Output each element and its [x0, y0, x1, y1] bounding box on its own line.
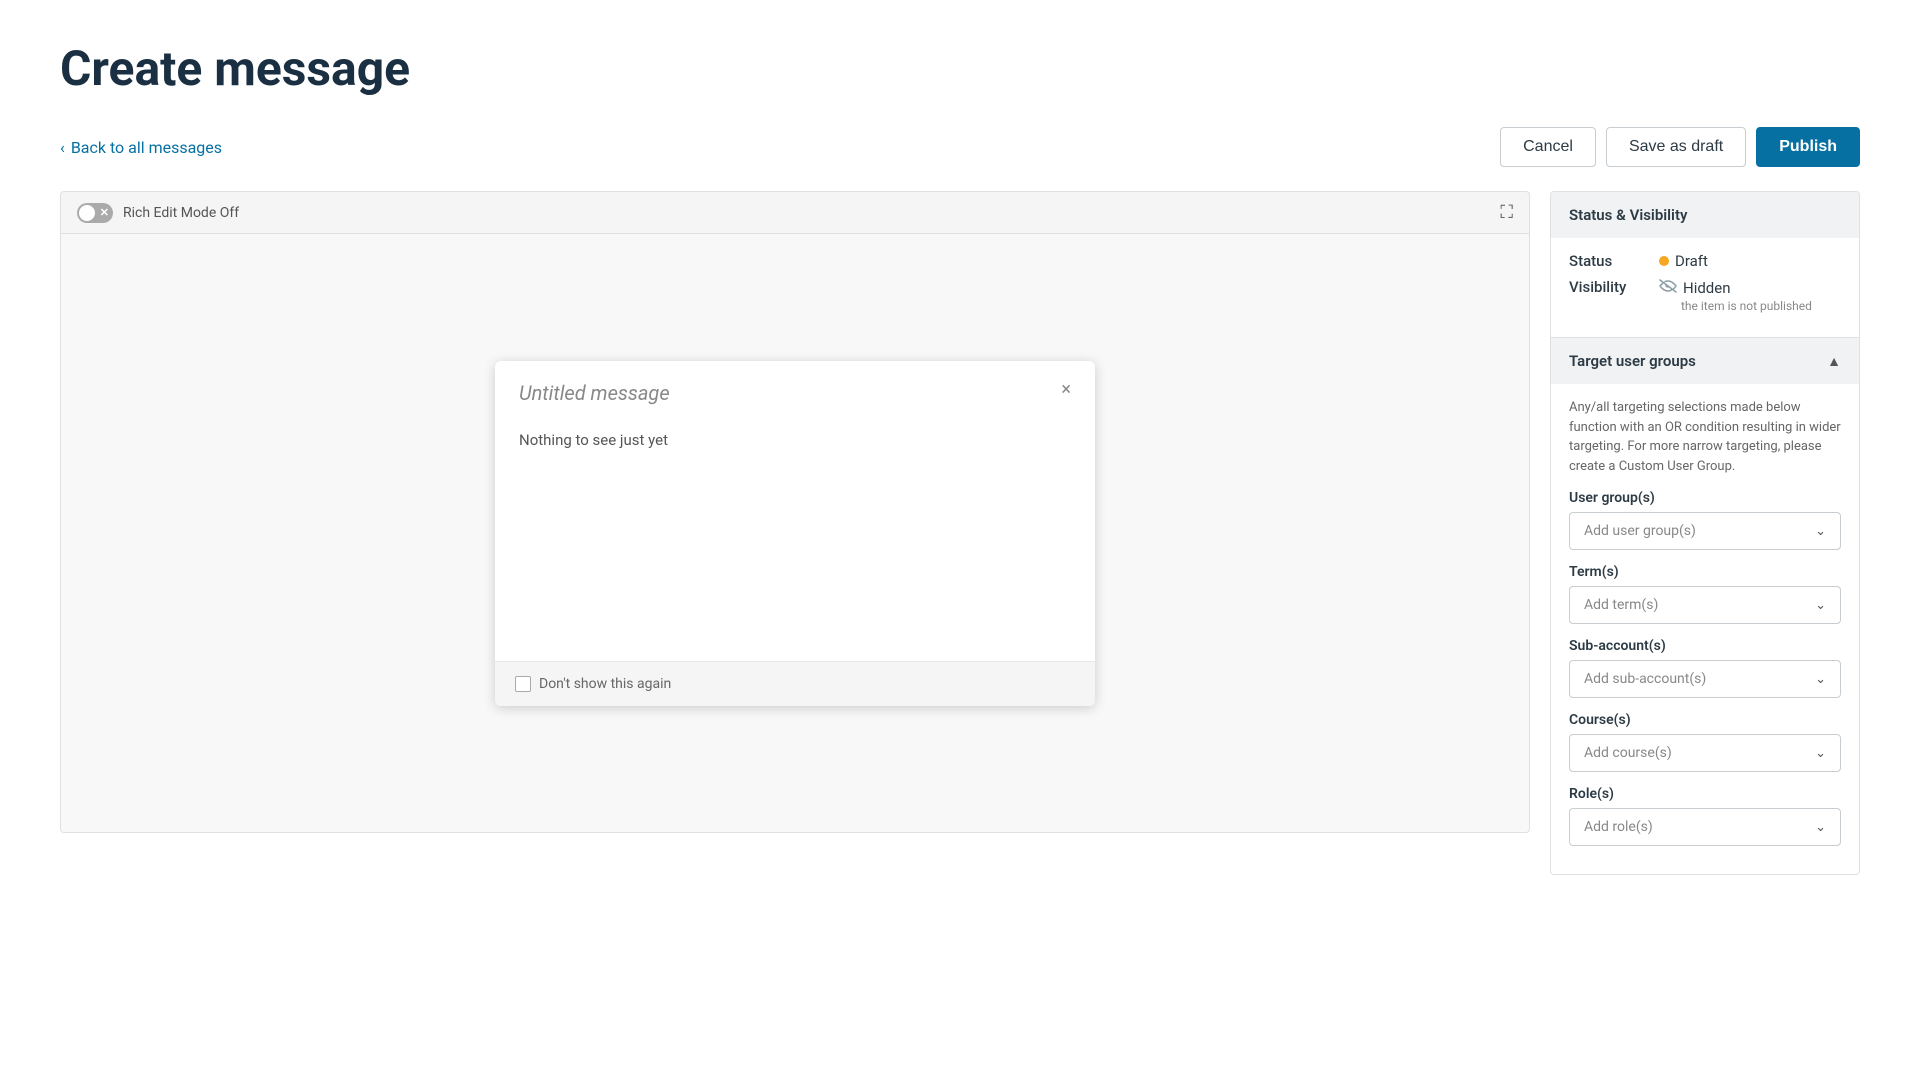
- editor-area: Untitled message × Nothing to see just y…: [60, 233, 1530, 833]
- course-field: Course(s) Add course(s) ⌄: [1569, 712, 1841, 772]
- visibility-label: Visibility: [1569, 278, 1659, 296]
- sidebar: Status & Visibility Status Draft Visibil…: [1550, 191, 1860, 875]
- draft-dot-icon: [1659, 256, 1669, 266]
- visibility-value: Hidden the item is not published: [1659, 278, 1812, 313]
- user-group-chevron-icon: ⌄: [1815, 524, 1826, 539]
- course-dropdown[interactable]: Add course(s) ⌄: [1569, 734, 1841, 772]
- status-visibility-header: Status & Visibility: [1551, 192, 1859, 238]
- role-chevron-icon: ⌄: [1815, 820, 1826, 835]
- card-footer: Don't show this again: [495, 661, 1095, 706]
- card-title: Untitled message: [519, 381, 670, 405]
- visibility-block: Visibility: [1569, 278, 1841, 327]
- status-row: Status Draft: [1569, 238, 1841, 278]
- visibility-text: Hidden: [1683, 279, 1731, 297]
- collapse-icon[interactable]: ▲: [1827, 353, 1841, 370]
- card-body: Nothing to see just yet: [495, 421, 1095, 661]
- role-label: Role(s): [1569, 786, 1841, 802]
- card-header: Untitled message ×: [495, 361, 1095, 421]
- publish-button[interactable]: Publish: [1756, 127, 1860, 167]
- subaccount-field: Sub-account(s) Add sub-account(s) ⌄: [1569, 638, 1841, 698]
- card-close-button[interactable]: ×: [1061, 381, 1071, 399]
- mode-label: Rich Edit Mode Off: [123, 205, 239, 221]
- hidden-eye-icon: [1659, 278, 1677, 297]
- page-container: Create message ‹ Back to all messages Ca…: [0, 0, 1920, 915]
- status-label: Status: [1569, 252, 1659, 270]
- target-groups-body: Any/all targeting selections made below …: [1551, 384, 1859, 874]
- cancel-button[interactable]: Cancel: [1500, 127, 1596, 167]
- user-group-field: User group(s) Add user group(s) ⌄: [1569, 490, 1841, 550]
- save-draft-button[interactable]: Save as draft: [1606, 127, 1746, 167]
- target-groups-header: Target user groups ▲: [1551, 337, 1859, 384]
- toggle-thumb: [79, 205, 95, 221]
- message-preview-card: Untitled message × Nothing to see just y…: [495, 361, 1095, 706]
- back-chevron-icon: ‹: [60, 138, 65, 157]
- action-buttons: Cancel Save as draft Publish: [1500, 127, 1860, 167]
- subaccount-chevron-icon: ⌄: [1815, 672, 1826, 687]
- visibility-subtext: the item is not published: [1681, 299, 1812, 313]
- user-group-dropdown[interactable]: Add user group(s) ⌄: [1569, 512, 1841, 550]
- terms-placeholder: Add term(s): [1584, 597, 1658, 613]
- target-groups-title: Target user groups: [1569, 352, 1696, 370]
- card-body-text: Nothing to see just yet: [519, 431, 668, 449]
- role-dropdown[interactable]: Add role(s) ⌄: [1569, 808, 1841, 846]
- subaccount-dropdown[interactable]: Add sub-account(s) ⌄: [1569, 660, 1841, 698]
- course-placeholder: Add course(s): [1584, 745, 1672, 761]
- target-description: Any/all targeting selections made below …: [1569, 398, 1841, 476]
- main-content: ✕ Rich Edit Mode Off ⛶ Untitled message …: [60, 191, 1860, 875]
- status-visibility-body: Status Draft Visibility: [1551, 238, 1859, 337]
- toggle-x-icon: ✕: [100, 206, 109, 219]
- rich-edit-toggle[interactable]: ✕: [77, 203, 113, 223]
- dont-show-checkbox[interactable]: [515, 676, 531, 692]
- status-value: Draft: [1659, 252, 1708, 270]
- expand-icon[interactable]: ⛶: [1500, 202, 1513, 223]
- page-title: Create message: [60, 40, 1860, 97]
- role-field: Role(s) Add role(s) ⌄: [1569, 786, 1841, 846]
- user-group-placeholder: Add user group(s): [1584, 523, 1696, 539]
- status-text: Draft: [1675, 252, 1708, 270]
- course-chevron-icon: ⌄: [1815, 746, 1826, 761]
- subaccount-label: Sub-account(s): [1569, 638, 1841, 654]
- editor-section: ✕ Rich Edit Mode Off ⛶ Untitled message …: [60, 191, 1530, 833]
- user-group-label: User group(s): [1569, 490, 1841, 506]
- status-visibility-title: Status & Visibility: [1569, 206, 1687, 224]
- editor-toolbar: ✕ Rich Edit Mode Off ⛶: [60, 191, 1530, 233]
- course-label: Course(s): [1569, 712, 1841, 728]
- visibility-row: Hidden: [1659, 278, 1812, 297]
- back-link-label: Back to all messages: [71, 138, 222, 157]
- dont-show-label: Don't show this again: [539, 676, 671, 692]
- role-placeholder: Add role(s): [1584, 819, 1653, 835]
- terms-label: Term(s): [1569, 564, 1841, 580]
- terms-chevron-icon: ⌄: [1815, 598, 1826, 613]
- back-to-messages-link[interactable]: ‹ Back to all messages: [60, 138, 222, 157]
- toolbar-left: ✕ Rich Edit Mode Off: [77, 203, 239, 223]
- terms-dropdown[interactable]: Add term(s) ⌄: [1569, 586, 1841, 624]
- top-bar: ‹ Back to all messages Cancel Save as dr…: [60, 127, 1860, 167]
- subaccount-placeholder: Add sub-account(s): [1584, 671, 1706, 687]
- toggle-track[interactable]: ✕: [77, 203, 113, 223]
- terms-field: Term(s) Add term(s) ⌄: [1569, 564, 1841, 624]
